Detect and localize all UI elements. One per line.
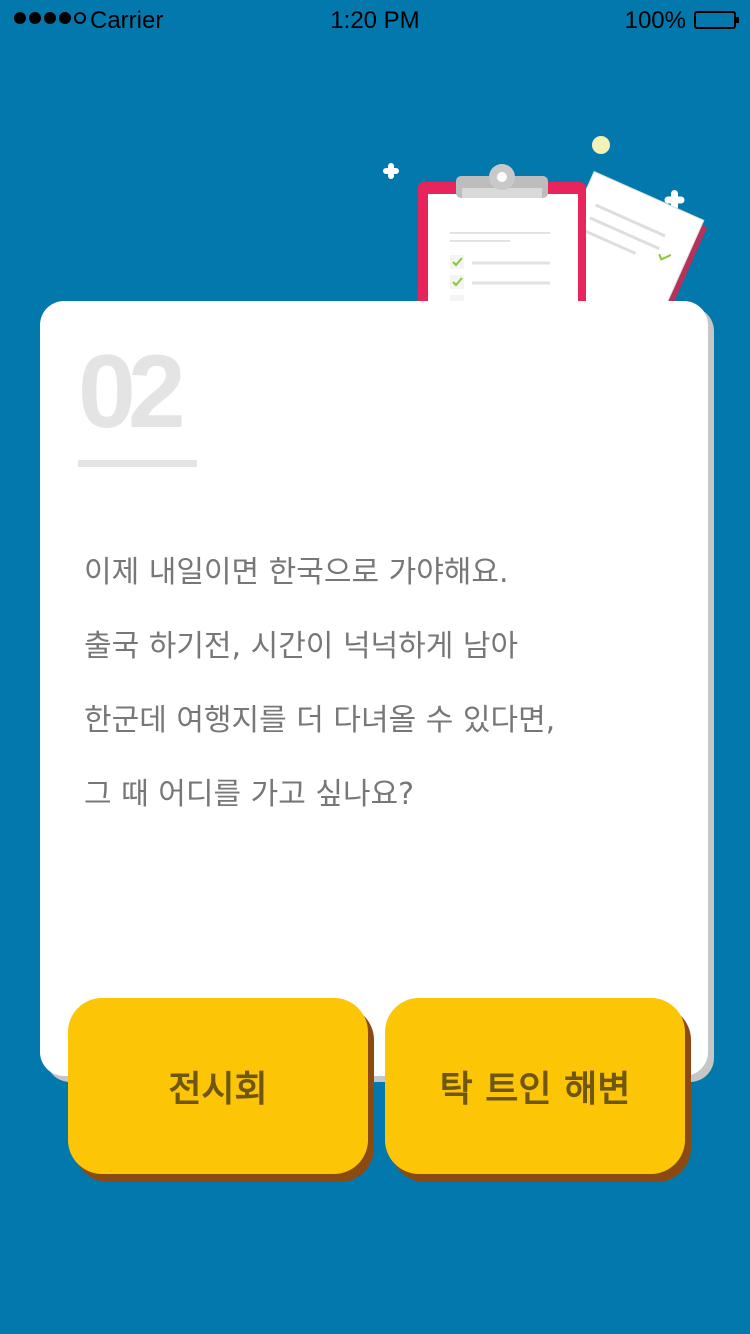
clipboard-checklist-icon	[383, 136, 708, 320]
question-text: 이제 내일이면 한국으로 가야해요. 출국 하기전, 시간이 넉넉하게 남아 한…	[84, 540, 684, 836]
battery-percentage: 100%	[624, 7, 686, 34]
question-line: 그 때 어디를 가고 싶나요?	[84, 777, 415, 812]
battery-icon	[694, 11, 739, 29]
question-line: 이제 내일이면 한국으로 가야해요.	[84, 555, 509, 590]
step-number-underline	[78, 460, 197, 467]
choice-label: 탁 트인 해변	[439, 1069, 631, 1110]
step-number: 02	[78, 334, 186, 450]
status-bar: Carrier 1:20 PM 100%	[0, 0, 750, 40]
question-line: 한군데 여행지를 더 다녀올 수 있다면,	[84, 703, 556, 738]
choice-beach-button[interactable]: 탁 트인 해변	[385, 998, 685, 1174]
choice-exhibition-button[interactable]: 전시회	[68, 998, 368, 1174]
question-line: 출국 하기전, 시간이 넉넉하게 남아	[84, 629, 519, 664]
choice-label: 전시회	[168, 1069, 268, 1110]
